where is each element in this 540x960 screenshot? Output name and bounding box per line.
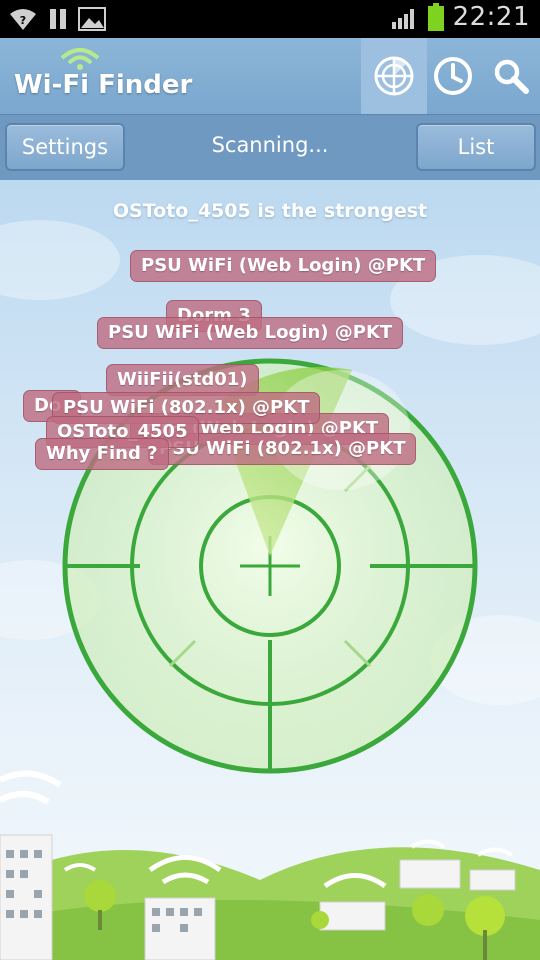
status-time: 22:21: [452, 2, 530, 32]
radar-icon: [374, 56, 414, 96]
pause-icon: [50, 9, 66, 29]
image-icon: [78, 7, 106, 31]
radar-area: [0, 180, 540, 960]
battery-icon: [427, 3, 444, 31]
app-title: Wi-Fi Finder: [14, 70, 193, 100]
strongest-network-text: OSToto_4505 is the strongest: [112, 200, 428, 222]
status-bar: ? 22:21: [0, 0, 540, 38]
wifi-icon: ?: [10, 9, 36, 30]
toolbar: Settings Scanning... List: [0, 114, 540, 181]
clock-icon: [434, 57, 472, 95]
tab-search[interactable]: [478, 38, 540, 114]
network-tag[interactable]: PSU WiFi (Web Login) @PKT: [130, 250, 437, 282]
tab-history[interactable]: [420, 38, 486, 114]
app-logo: Wi-Fi Finder: [14, 46, 204, 106]
app-header: Wi-Fi Finder: [0, 38, 540, 114]
scan-status: Scanning...: [211, 133, 329, 157]
landscape-decoration: [0, 770, 540, 960]
settings-button[interactable]: Settings: [5, 123, 125, 171]
signal-icon: [391, 9, 414, 29]
svg-text:?: ?: [20, 14, 26, 27]
tab-radar[interactable]: [361, 38, 427, 114]
search-icon: [494, 59, 529, 94]
network-tag[interactable]: Why Find ?: [35, 438, 169, 470]
network-tag[interactable]: PSU WiFi (Web Login) @PKT: [97, 317, 404, 349]
list-button[interactable]: List: [416, 123, 536, 171]
logo-wifi-icon: [60, 48, 100, 70]
